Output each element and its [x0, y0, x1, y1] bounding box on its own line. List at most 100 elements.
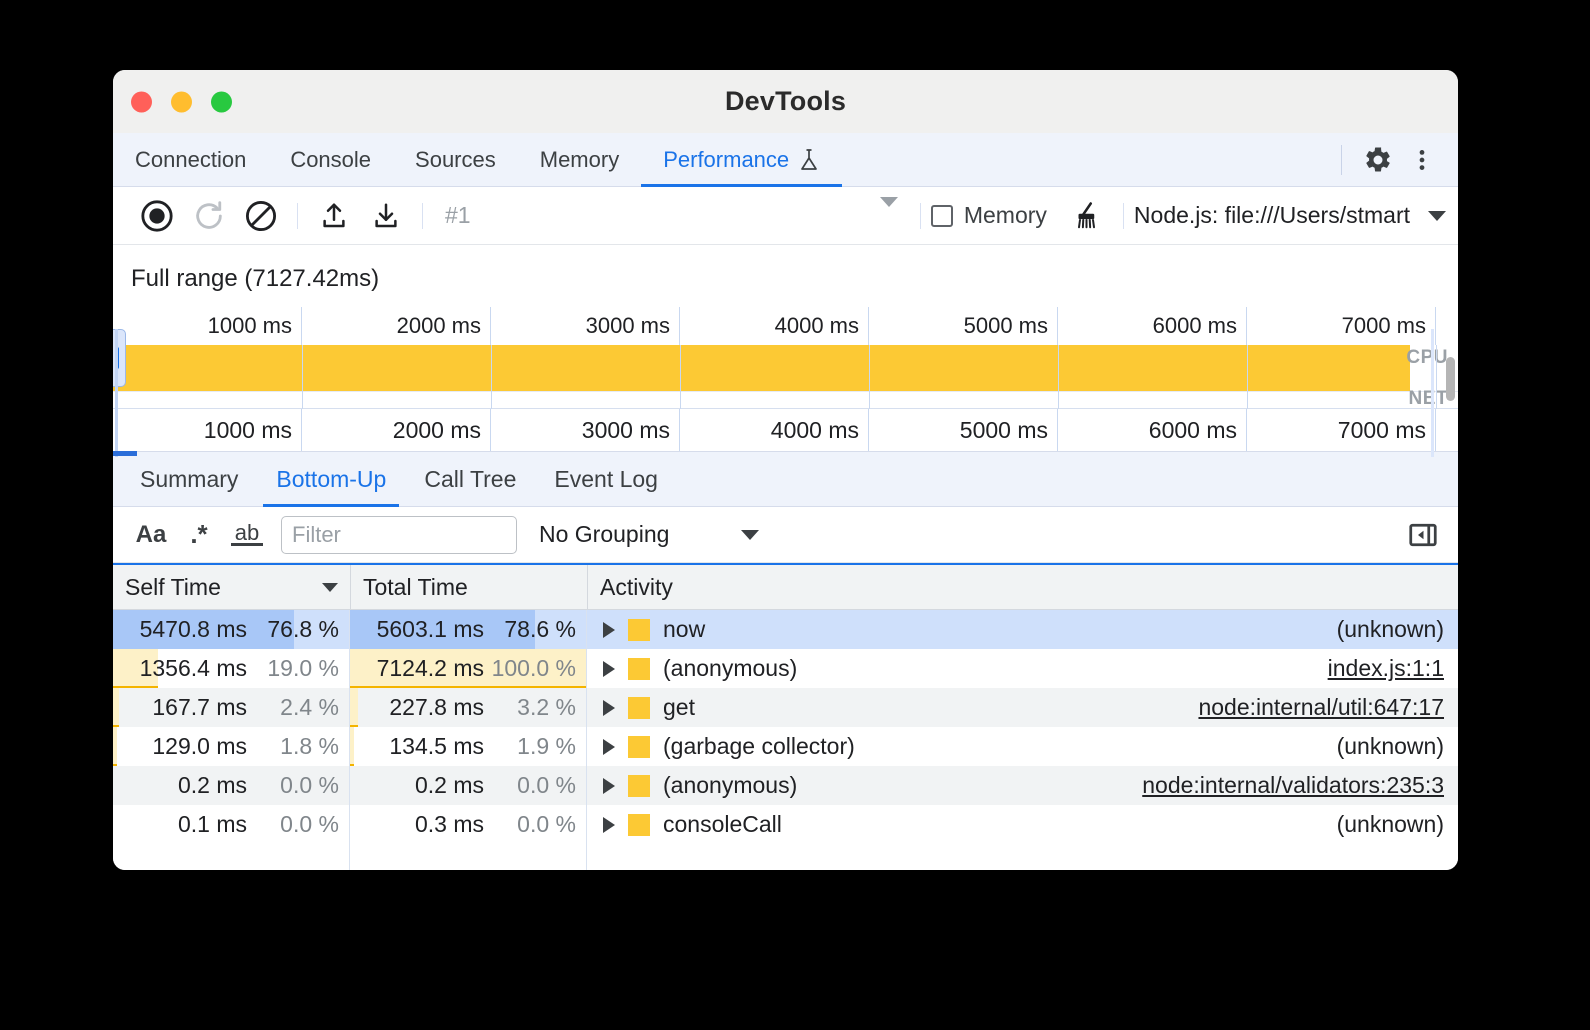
ruler-tick-label: 7000 ms [1338, 417, 1426, 444]
cpu-band-label: CPU [1406, 347, 1448, 369]
bottom-up-datagrid: Self Time Total Time Activity 5470.8 ms7… [113, 563, 1458, 870]
expand-triangle-icon[interactable] [603, 700, 615, 716]
table-row[interactable]: 0.1 ms0.0 %0.3 ms0.0 %consoleCall(unknow… [113, 805, 1458, 844]
activity-color-swatch [628, 775, 650, 797]
cell-total-time: 7124.2 ms100.0 % [350, 649, 587, 688]
activity-source-link[interactable]: index.js:1:1 [1328, 655, 1444, 682]
ruler-tick-label: 6000 ms [1149, 417, 1237, 444]
overview-scrollbar-thumb[interactable] [1446, 357, 1455, 401]
cell-percent-value: 1.9 % [484, 733, 576, 760]
overview-bands[interactable]: CPU NET [113, 345, 1458, 409]
memory-checkbox[interactable]: Memory [931, 202, 1047, 229]
session-id-label: #1 [433, 202, 471, 229]
ruler-tick-label: 1000 ms [204, 417, 292, 444]
column-header-activity[interactable]: Activity [587, 565, 1458, 609]
cell-percent-value: 100.0 % [484, 655, 576, 682]
divider [1123, 203, 1124, 229]
activity-name: (anonymous) [663, 772, 797, 799]
tab-connection[interactable]: Connection [113, 133, 268, 186]
detail-tabstrip: Summary Bottom-Up Call Tree Event Log [113, 451, 1458, 507]
ruler-tick-label: 7000 ms [1342, 313, 1426, 339]
download-icon[interactable] [360, 193, 412, 239]
tab-call-tree[interactable]: Call Tree [405, 452, 535, 506]
target-selector[interactable]: Node.js: file:///Users/stmart [1134, 202, 1446, 229]
ruler-tick: 5000 ms [869, 409, 1058, 451]
activity-name: (garbage collector) [663, 733, 855, 760]
table-row[interactable]: 0.2 ms0.0 %0.2 ms0.0 %(anonymous)node:in… [113, 766, 1458, 805]
grouping-label: No Grouping [539, 521, 669, 548]
whole-word-label: ab [231, 523, 263, 546]
reload-icon[interactable] [183, 193, 235, 239]
cell-percent-value: 3.2 % [484, 694, 576, 721]
whole-word-icon[interactable]: ab [223, 514, 271, 556]
cell-percent-value: 2.4 % [247, 694, 339, 721]
tab-sources[interactable]: Sources [393, 133, 518, 186]
range-edge-left[interactable] [115, 329, 118, 457]
ruler-tick: 1000 ms [113, 409, 302, 451]
devtools-window: DevTools Connection Console Sources Memo… [113, 70, 1458, 870]
column-header-self-time[interactable]: Self Time [113, 565, 350, 609]
regex-icon[interactable]: .* [175, 514, 223, 556]
table-row[interactable]: 129.0 ms1.8 %134.5 ms1.9 %(garbage colle… [113, 727, 1458, 766]
tab-summary[interactable]: Summary [121, 452, 257, 506]
match-case-icon[interactable]: Aa [127, 514, 175, 556]
expand-triangle-icon[interactable] [603, 622, 615, 638]
column-header-total-time[interactable]: Total Time [350, 565, 587, 609]
close-button[interactable] [131, 91, 152, 112]
record-icon[interactable] [131, 193, 183, 239]
memory-label: Memory [964, 202, 1047, 229]
gear-icon[interactable] [1358, 140, 1398, 180]
tab-summary-label: Summary [140, 466, 238, 493]
target-label: Node.js: file:///Users/stmart [1134, 202, 1410, 229]
tab-event-log[interactable]: Event Log [535, 452, 677, 506]
memory-checkbox-box [931, 205, 953, 227]
cell-time-value: 0.2 ms [113, 772, 247, 799]
table-row[interactable]: 5470.8 ms76.8 %5603.1 ms78.6 %now(unknow… [113, 610, 1458, 649]
cell-time-value: 7124.2 ms [350, 655, 484, 682]
minimize-button[interactable] [171, 91, 192, 112]
ruler-tick-label: 2000 ms [397, 313, 481, 339]
column-header-activity-label: Activity [600, 574, 673, 601]
tab-console[interactable]: Console [268, 133, 393, 186]
expand-triangle-icon[interactable] [603, 661, 615, 677]
collapse-sidebar-icon[interactable] [1402, 514, 1444, 556]
upload-icon[interactable] [308, 193, 360, 239]
ruler-tick-label: 5000 ms [964, 313, 1048, 339]
cell-percent-value: 0.0 % [484, 772, 576, 799]
ruler-tick: 3000 ms [491, 307, 680, 345]
activity-source-link[interactable]: node:internal/validators:235:3 [1142, 772, 1444, 799]
tab-performance[interactable]: Performance [641, 133, 842, 186]
tab-bottom-up[interactable]: Bottom-Up [257, 452, 405, 506]
activity-source-unknown: (unknown) [1337, 811, 1444, 838]
cell-total-time: 0.3 ms0.0 % [350, 805, 587, 844]
cell-self-time: 1356.4 ms19.0 % [113, 649, 350, 688]
ruler-tick-label: 4000 ms [775, 313, 859, 339]
tab-console-label: Console [290, 147, 371, 173]
grouping-selector[interactable]: No Grouping [539, 521, 759, 548]
clear-icon[interactable] [235, 193, 287, 239]
activity-color-swatch [628, 658, 650, 680]
cell-total-time: 134.5 ms1.9 % [350, 727, 587, 766]
table-row[interactable]: 1356.4 ms19.0 %7124.2 ms100.0 %(anonymou… [113, 649, 1458, 688]
activity-source-link[interactable]: node:internal/util:647:17 [1198, 694, 1444, 721]
cell-time-value: 1356.4 ms [113, 655, 247, 682]
cell-time-value: 5603.1 ms [350, 616, 484, 643]
cpu-band: CPU [113, 345, 1458, 391]
panel-tabstrip: Connection Console Sources Memory Perfor… [113, 133, 1458, 187]
more-vertical-icon[interactable] [1402, 140, 1442, 180]
chevron-down-icon[interactable] [880, 207, 898, 225]
broom-icon[interactable] [1061, 193, 1113, 239]
activity-color-swatch [628, 697, 650, 719]
expand-triangle-icon[interactable] [603, 817, 615, 833]
filter-input[interactable] [281, 516, 517, 554]
expand-triangle-icon[interactable] [603, 739, 615, 755]
tab-memory[interactable]: Memory [518, 133, 641, 186]
table-row[interactable]: 167.7 ms2.4 %227.8 ms3.2 %getnode:intern… [113, 688, 1458, 727]
zoom-button[interactable] [211, 91, 232, 112]
range-edge-right[interactable] [1431, 329, 1434, 457]
ruler-tick-label: 1000 ms [208, 313, 292, 339]
expand-triangle-icon[interactable] [603, 778, 615, 794]
ruler-tick: 2000 ms [302, 409, 491, 451]
cell-percent-value: 1.8 % [247, 733, 339, 760]
cell-percent-value: 0.0 % [247, 811, 339, 838]
